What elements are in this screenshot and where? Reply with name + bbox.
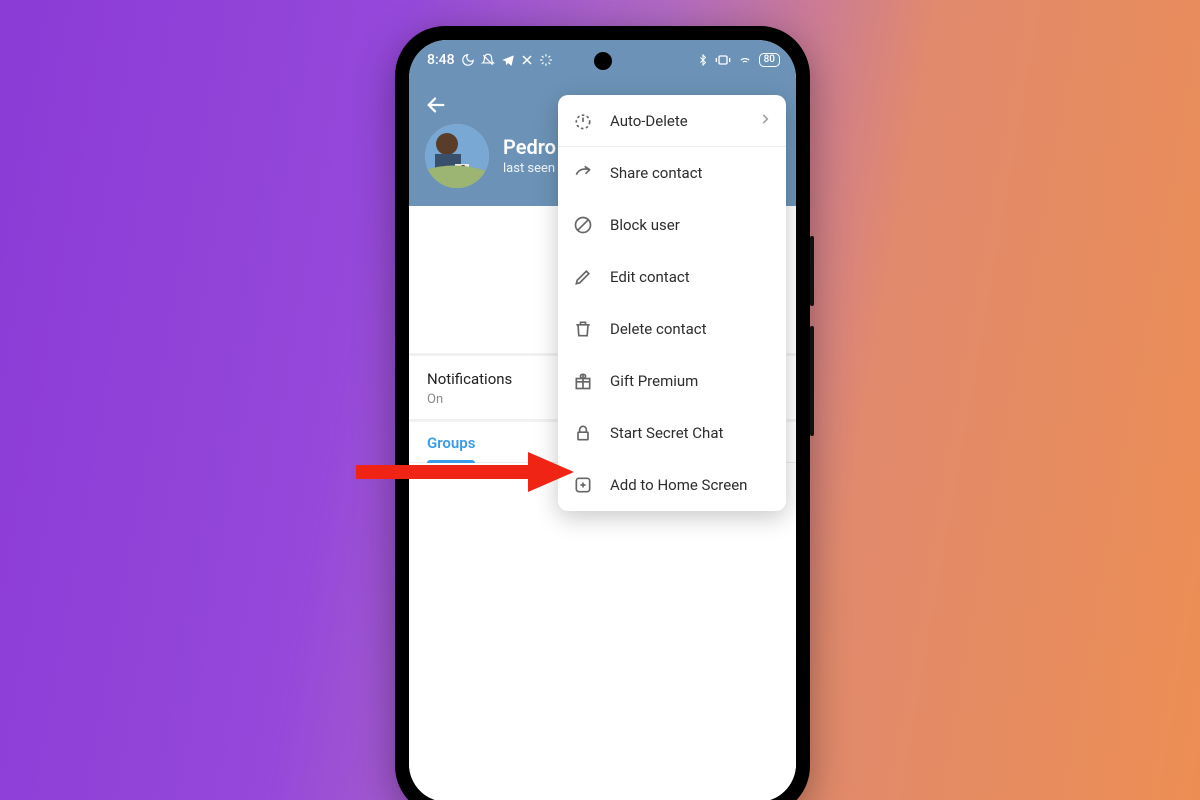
- menu-label: Edit contact: [610, 268, 690, 286]
- avatar[interactable]: [425, 124, 489, 188]
- vibrate-icon: [715, 54, 731, 66]
- phone-camera-hole: [594, 52, 612, 70]
- phone-side-button: [810, 236, 814, 306]
- x-icon: [521, 54, 533, 66]
- menu-auto-delete[interactable]: Auto-Delete: [558, 95, 786, 147]
- phone-side-button: [810, 326, 814, 436]
- battery-level: 80: [764, 54, 775, 66]
- bluetooth-icon: [697, 53, 709, 67]
- menu-share-contact[interactable]: Share contact: [558, 147, 786, 199]
- context-menu: Auto-Delete Share contact Block user: [558, 95, 786, 511]
- last-seen-label: last seen: [503, 161, 556, 176]
- menu-add-home-screen[interactable]: Add to Home Screen: [558, 459, 786, 511]
- telegram-icon: [501, 53, 515, 67]
- menu-label: Add to Home Screen: [610, 476, 747, 494]
- menu-gift-premium[interactable]: Gift Premium: [558, 355, 786, 407]
- menu-start-secret-chat[interactable]: Start Secret Chat: [558, 407, 786, 459]
- moon-icon: [461, 53, 475, 67]
- menu-edit-contact[interactable]: Edit contact: [558, 251, 786, 303]
- menu-label: Gift Premium: [610, 372, 698, 390]
- add-home-icon: [572, 474, 594, 496]
- block-icon: [572, 214, 594, 236]
- phone-frame: 8:48: [395, 26, 810, 800]
- timer-icon: [572, 110, 594, 132]
- trash-icon: [572, 318, 594, 340]
- phone-screen: 8:48: [409, 40, 796, 800]
- menu-delete-contact[interactable]: Delete contact: [558, 303, 786, 355]
- back-button[interactable]: [421, 90, 451, 120]
- battery-icon: 80: [759, 53, 780, 67]
- sync-icon: [539, 53, 553, 67]
- menu-label: Auto-Delete: [610, 112, 688, 130]
- wifi-icon: [737, 53, 753, 67]
- status-time: 8:48: [427, 52, 455, 68]
- annotation-arrow: [356, 450, 574, 494]
- menu-label: Share contact: [610, 164, 702, 182]
- contact-name: Pedro: [503, 136, 556, 159]
- menu-label: Delete contact: [610, 320, 707, 338]
- share-icon: [572, 162, 594, 184]
- menu-block-user[interactable]: Block user: [558, 199, 786, 251]
- chevron-right-icon: [758, 112, 772, 130]
- menu-label: Block user: [610, 216, 680, 234]
- dnd-icon: [481, 53, 495, 67]
- pencil-icon: [572, 266, 594, 288]
- menu-label: Start Secret Chat: [610, 424, 723, 442]
- gift-icon: [572, 370, 594, 392]
- gradient-background: 8:48: [0, 0, 1200, 800]
- lock-icon: [572, 422, 594, 444]
